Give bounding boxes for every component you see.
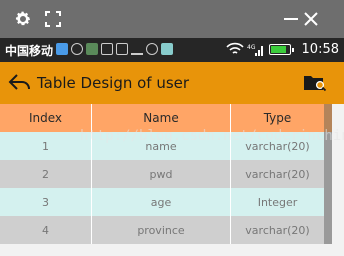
clock: 10:58 xyxy=(301,42,339,57)
folder-search-icon[interactable] xyxy=(303,73,327,93)
app-notification-icon xyxy=(56,43,68,55)
message-icon xyxy=(101,43,113,55)
sync-icon xyxy=(71,43,83,55)
wifi-icon xyxy=(226,42,244,54)
usb-icon xyxy=(131,43,143,55)
window-title-bar xyxy=(0,0,344,38)
app-toolbar: Table Design of user xyxy=(0,62,344,104)
user-table: Index Name Type 1 name varchar(20) 2 pwd… xyxy=(0,104,324,244)
expand-icon[interactable] xyxy=(42,8,64,30)
header-index[interactable]: Index xyxy=(0,104,92,132)
cell-name: age xyxy=(92,188,231,216)
cell-name: pwd xyxy=(92,160,231,188)
cell-type: Integer xyxy=(231,188,324,216)
signal-icon: 4G xyxy=(247,44,263,56)
gear-icon[interactable] xyxy=(12,8,34,30)
table-row[interactable]: 3 age Integer xyxy=(0,188,324,216)
header-type[interactable]: Type xyxy=(231,104,324,132)
back-arrow-icon[interactable] xyxy=(8,73,32,93)
battery-fill xyxy=(271,46,286,53)
table-row[interactable]: 2 pwd varchar(20) xyxy=(0,160,324,188)
status-bar: 中国移动 4G 10:58 xyxy=(0,38,344,62)
battery-icon xyxy=(269,44,294,55)
clipboard-icon xyxy=(116,43,128,55)
cell-index: 3 xyxy=(0,188,92,216)
robot-icon xyxy=(161,43,173,55)
notification-icons xyxy=(56,43,173,55)
page-title: Table Design of user xyxy=(37,74,190,92)
close-icon[interactable] xyxy=(300,8,322,30)
cell-name: province xyxy=(92,216,231,244)
table-row[interactable]: 1 name varchar(20) xyxy=(0,132,324,160)
table-row[interactable]: 4 province varchar(20) xyxy=(0,216,324,244)
cell-type: varchar(20) xyxy=(231,216,324,244)
cell-type: varchar(20) xyxy=(231,160,324,188)
header-name[interactable]: Name xyxy=(92,104,231,132)
lock-icon xyxy=(146,43,158,55)
scrollbar-header-segment xyxy=(324,104,332,132)
cell-type: varchar(20) xyxy=(231,132,324,160)
cell-index: 2 xyxy=(0,160,92,188)
minimize-icon[interactable] xyxy=(280,8,302,30)
android-icon xyxy=(86,43,98,55)
cell-name: name xyxy=(92,132,231,160)
cell-index: 4 xyxy=(0,216,92,244)
carrier-label: 中国移动 xyxy=(5,44,54,58)
cell-index: 1 xyxy=(0,132,92,160)
network-type: 4G xyxy=(247,44,256,51)
table-header-row: Index Name Type xyxy=(0,104,324,132)
